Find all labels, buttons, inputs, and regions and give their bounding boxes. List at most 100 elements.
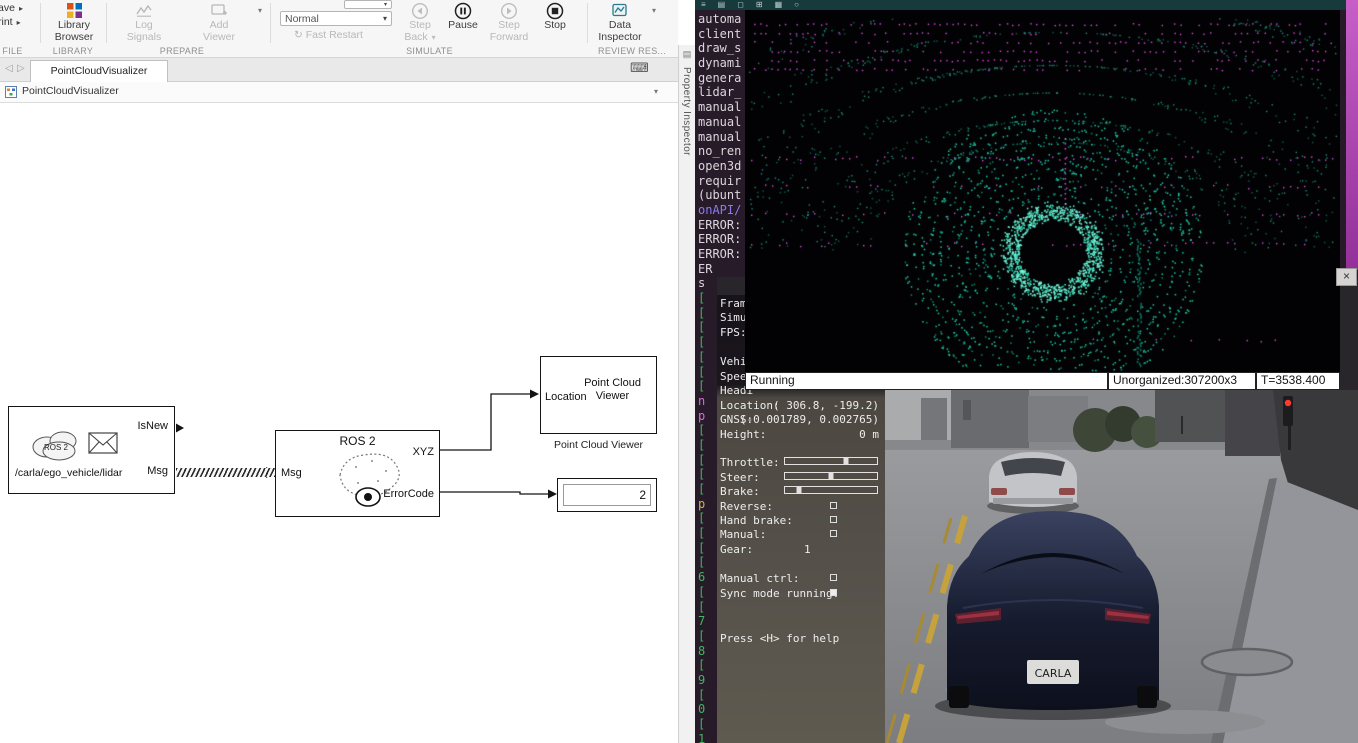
topic-label: /carla/ego_vehicle/lidar bbox=[15, 467, 123, 479]
sync-checkbox bbox=[830, 589, 837, 596]
review-more-caret[interactable]: ▾ bbox=[652, 6, 656, 15]
breadcrumb[interactable]: PointCloudVisualizer ▾ bbox=[0, 82, 678, 103]
pointcloud-window: Running Unorganized:307200x3 T=3538.400 bbox=[745, 10, 1340, 390]
manhole-cover bbox=[1200, 647, 1294, 677]
data-inspector-button[interactable]: Data Inspector bbox=[592, 2, 648, 43]
menubar-icon[interactable]: ≡ bbox=[701, 0, 706, 10]
pointcloud-canvas[interactable] bbox=[745, 10, 1340, 372]
prepare-more-caret[interactable]: ▾ bbox=[258, 6, 262, 15]
display-value: 2 bbox=[563, 484, 651, 506]
prepare-section-label: PREPARE bbox=[159, 46, 205, 56]
manual-checkbox bbox=[830, 530, 837, 537]
ros2-cloud-envelope-icon: ROS 2 bbox=[32, 431, 118, 461]
menubar-icon[interactable]: ⊞ bbox=[756, 0, 763, 10]
chevron-down-icon: ▾ bbox=[383, 2, 387, 8]
ros2-pointcloud-block[interactable]: ROS 2 Msg XYZ ErrorCode bbox=[275, 430, 440, 517]
step-back-button[interactable]: Step Back ▾ bbox=[400, 2, 440, 43]
hud-brake-row: Brake: bbox=[720, 485, 881, 498]
status-format: Unorganized:307200x3 bbox=[1108, 372, 1256, 390]
simulink-window: Save▸ Print▸ FILE Library Browser LIBRAR… bbox=[0, 0, 695, 743]
license-plate-text: CARLA bbox=[1035, 667, 1072, 680]
hud-location-row: Location:( 306.8, -199.2) bbox=[720, 399, 879, 412]
add-viewer-button[interactable]: Add Viewer bbox=[192, 2, 246, 43]
bus-signal-wire[interactable] bbox=[176, 468, 275, 477]
library-section-label: LIBRARY bbox=[52, 46, 94, 56]
brake-bar bbox=[784, 486, 878, 494]
port-location-label: Location bbox=[545, 391, 587, 403]
menubar-icon[interactable]: ▦ bbox=[775, 0, 783, 10]
svg-text:ROS 2: ROS 2 bbox=[44, 443, 69, 452]
menubar-icon[interactable]: ○ bbox=[794, 0, 799, 10]
stop-button[interactable]: Stop bbox=[538, 2, 572, 31]
fast-restart-icon: ↻ bbox=[294, 29, 303, 41]
menubar-icon[interactable]: ◻ bbox=[737, 0, 744, 10]
hud-gear-row: Gear: 1 bbox=[720, 543, 811, 556]
divider bbox=[587, 3, 588, 43]
pointcloud-statusbar: Running Unorganized:307200x3 T=3538.400 bbox=[745, 372, 1340, 390]
nav-back-icon[interactable]: ◁ bbox=[5, 63, 13, 74]
breadcrumb-caret[interactable]: ▾ bbox=[654, 87, 658, 96]
nav-forward-icon[interactable]: ▷ bbox=[17, 63, 25, 74]
stop-time-field[interactable]: ▾ bbox=[344, 0, 392, 9]
step-forward-button[interactable]: Step Forward bbox=[486, 2, 532, 43]
log-signals-icon bbox=[136, 2, 152, 19]
steer-bar bbox=[784, 472, 878, 480]
model-canvas[interactable]: ROS 2 /carla/ego_vehicle/lidar IsNew Msg… bbox=[0, 103, 678, 743]
library-browser-button[interactable]: Library Browser bbox=[44, 2, 104, 43]
print-button[interactable]: Print▸ bbox=[0, 16, 38, 29]
brake-marker bbox=[796, 487, 802, 493]
ros2-subscribe-block[interactable]: ROS 2 /carla/ego_vehicle/lidar IsNew Msg bbox=[8, 406, 175, 494]
pointcloud-eye-icon bbox=[339, 453, 400, 507]
block-caption: Point Cloud Viewer bbox=[553, 439, 644, 451]
stop-icon bbox=[546, 2, 564, 19]
pointcloud-menubar: ≡ ▤ ◻ ⊞ ▦ ○ bbox=[695, 0, 1346, 10]
port-msg-label: Msg bbox=[147, 465, 168, 477]
chevron-down-icon: ▾ bbox=[431, 33, 436, 42]
hud-manual-ctrl-row: Manual ctrl: bbox=[720, 572, 881, 585]
status-time: T=3538.400 bbox=[1256, 372, 1340, 390]
save-button[interactable]: Save▸ bbox=[0, 2, 38, 15]
submenu-arrow-icon: ▸ bbox=[16, 18, 21, 27]
library-browser-icon bbox=[66, 2, 82, 19]
hud-sync-row: Sync mode running: bbox=[720, 587, 840, 600]
breadcrumb-title: PointCloudVisualizer bbox=[22, 85, 119, 97]
hud-handbrake-row: Hand brake: bbox=[720, 514, 881, 527]
submenu-arrow-icon: ▸ bbox=[18, 4, 23, 13]
display-block[interactable]: 2 bbox=[557, 478, 657, 512]
fast-restart-toggle[interactable]: ↻ Fast Restart bbox=[294, 29, 363, 41]
data-inspector-icon bbox=[612, 2, 628, 19]
carla-scene[interactable]: CARLA bbox=[885, 390, 1358, 743]
close-button[interactable]: × bbox=[1336, 268, 1357, 286]
add-viewer-icon bbox=[211, 2, 227, 19]
simulation-mode-combo[interactable]: Normal ▾ bbox=[280, 11, 392, 26]
property-inspector-tab[interactable]: Property Inspector bbox=[681, 67, 692, 156]
lead-car bbox=[987, 452, 1079, 514]
throttle-marker bbox=[843, 458, 849, 464]
pause-icon bbox=[454, 2, 472, 19]
log-signals-button[interactable]: Log Signals bbox=[116, 2, 172, 43]
hud-help-row: Press <H> for help bbox=[720, 632, 840, 645]
reverse-checkbox bbox=[830, 502, 837, 509]
status-running: Running bbox=[745, 372, 1108, 390]
property-inspector-strip[interactable]: ▤ Property Inspector bbox=[678, 45, 695, 743]
simulate-section-label: SIMULATE bbox=[406, 46, 453, 56]
tab-pointcloudvisualizer[interactable]: PointCloudVisualizer bbox=[30, 60, 168, 82]
desktop-edge-stripe bbox=[1346, 0, 1358, 270]
property-inspector-icon: ▤ bbox=[682, 49, 692, 59]
hud-manual-row: Manual: bbox=[720, 528, 881, 541]
port-errorcode-label: ErrorCode bbox=[383, 488, 434, 500]
divider bbox=[270, 3, 271, 43]
keyboard-icon[interactable]: ⌨ bbox=[630, 60, 649, 76]
file-section-label: FILE bbox=[2, 46, 23, 56]
menubar-icon[interactable]: ▤ bbox=[718, 0, 726, 10]
hud-reverse-row: Reverse: bbox=[720, 500, 881, 513]
manual-ctrl-checkbox bbox=[830, 574, 837, 581]
step-back-icon bbox=[411, 2, 429, 19]
chevron-down-icon: ▾ bbox=[382, 14, 387, 23]
divider bbox=[106, 3, 107, 43]
handbrake-checkbox bbox=[830, 516, 837, 523]
simulink-toolstrip: Save▸ Print▸ FILE Library Browser LIBRAR… bbox=[0, 0, 678, 58]
pause-button[interactable]: Pause bbox=[444, 2, 482, 31]
port-isnew-label: IsNew bbox=[137, 420, 168, 432]
point-cloud-viewer-block[interactable]: Point Cloud Viewer Location bbox=[540, 356, 657, 434]
